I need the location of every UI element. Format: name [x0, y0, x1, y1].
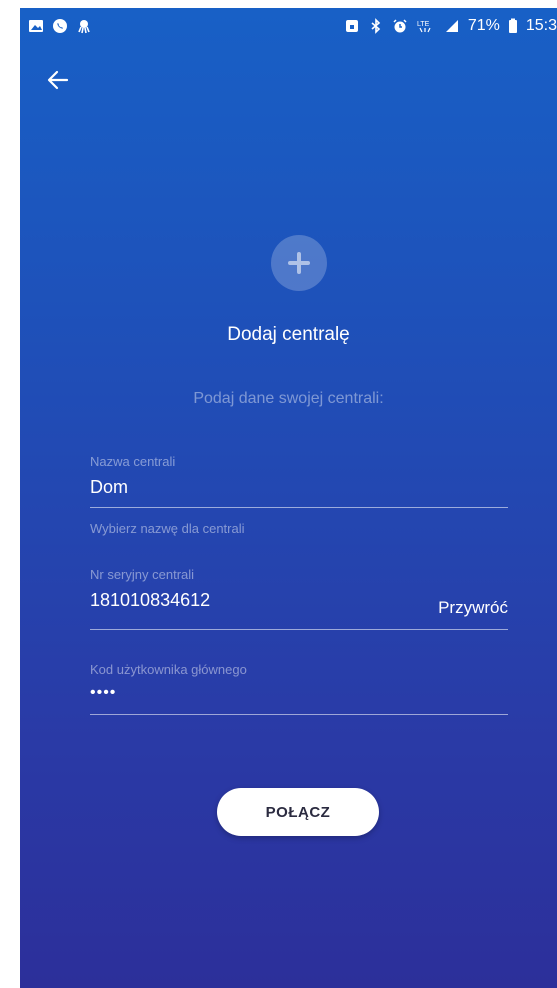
connect-button[interactable]: POŁĄCZ: [217, 788, 379, 836]
status-bar-left: [20, 18, 92, 34]
app-screen: LTE 71% 15:3 Dodaj centralę Podaj dane s…: [20, 8, 557, 988]
central-name-label: Nazwa centrali: [90, 454, 176, 469]
battery-icon: [508, 18, 517, 33]
lte-icon: LTE: [417, 21, 431, 33]
central-name-input[interactable]: Dom: [90, 477, 128, 498]
admin-code-label: Kod użytkownika głównego: [90, 662, 247, 677]
restore-button[interactable]: Przywróć: [438, 598, 508, 618]
battery-percent: 71%: [467, 17, 500, 34]
lock-icon: [345, 20, 358, 32]
status-bar: LTE 71% 15:3: [20, 8, 557, 44]
gallery-icon: [29, 20, 43, 32]
bluetooth-icon: [371, 18, 381, 34]
status-bar-right: LTE 71% 15:3: [344, 17, 557, 35]
page-title: Dodaj centralę: [227, 324, 350, 345]
admin-code-underline: [90, 714, 508, 715]
status-time: 15:3: [525, 17, 557, 34]
whatsapp-icon: [53, 19, 67, 33]
page-subtitle: Podaj dane swojej centrali:: [193, 390, 384, 407]
add-central-icon-circle: [271, 235, 327, 291]
back-button[interactable]: [42, 64, 74, 96]
plus-icon: [288, 252, 310, 274]
arrow-left-icon: [47, 70, 69, 90]
central-name-helper: Wybierz nazwę dla centrali: [90, 521, 245, 536]
svg-text:LTE: LTE: [417, 21, 430, 28]
octopus-icon: [78, 20, 90, 34]
serial-number-underline: [90, 629, 508, 630]
serial-number-label: Nr seryjny centrali: [90, 567, 195, 582]
alarm-icon: [393, 19, 407, 33]
admin-code-input[interactable]: ••••: [90, 684, 116, 702]
signal-icon: [445, 20, 458, 32]
serial-number-input[interactable]: 181010834612: [90, 590, 210, 611]
central-name-underline: [90, 507, 508, 508]
